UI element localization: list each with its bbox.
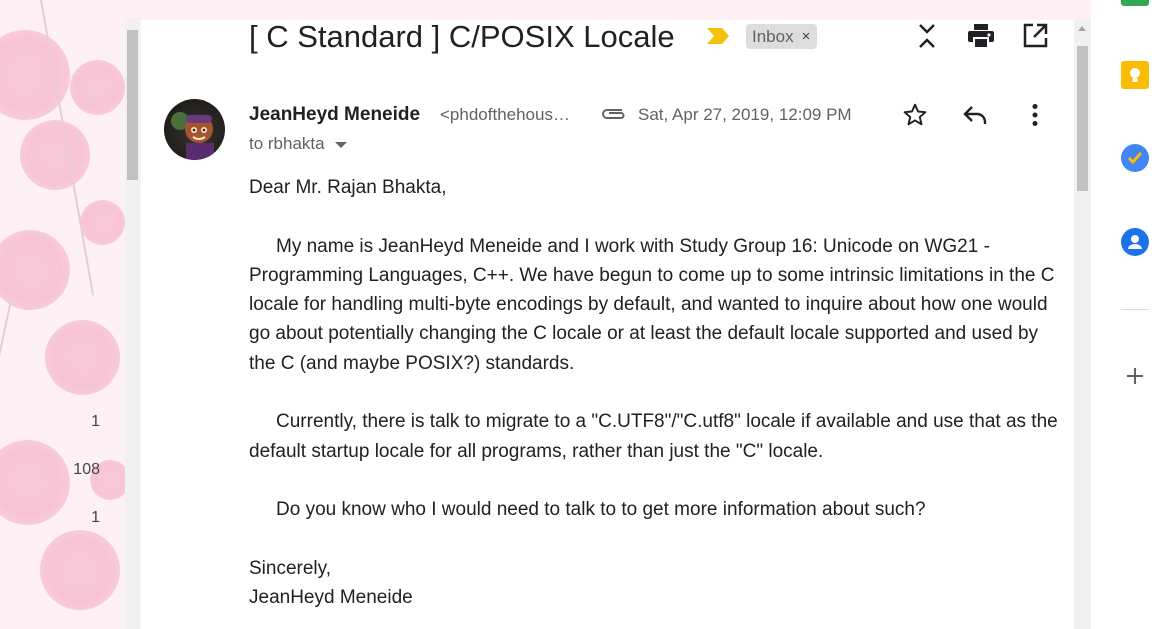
side-panel bbox=[1091, 0, 1167, 629]
count-3: 1 bbox=[91, 509, 100, 526]
signature: JeanHeyd Meneide bbox=[249, 587, 413, 609]
print-icon[interactable] bbox=[965, 20, 997, 52]
add-icon[interactable] bbox=[1120, 361, 1150, 391]
sender-email: <phdofthehous… bbox=[440, 105, 570, 124]
email-date: Sat, Apr 27, 2019, 12:09 PM bbox=[638, 105, 852, 124]
closing: Sincerely, bbox=[249, 557, 332, 579]
importance-marker-icon[interactable] bbox=[705, 27, 731, 50]
recipients-text: to rbhakta bbox=[249, 134, 325, 153]
recipients-line[interactable]: to rbhakta bbox=[249, 133, 347, 155]
body-paragraph-3: Do you know who I would need to talk to … bbox=[276, 499, 926, 521]
email-subject: [ C Standard ] C/POSIX Locale bbox=[249, 19, 675, 54]
email-body: Dear Mr. Rajan Bhakta, My name is JeanHe… bbox=[249, 173, 1059, 612]
sender-name[interactable]: JeanHeyd Meneide bbox=[249, 104, 420, 126]
list-scrollbar[interactable] bbox=[125, 18, 140, 629]
remove-label-icon[interactable]: × bbox=[802, 24, 811, 49]
reply-icon[interactable] bbox=[960, 100, 990, 130]
body-paragraph-1: My name is JeanHeyd Meneide and I work w… bbox=[249, 235, 1055, 374]
tasks-icon[interactable] bbox=[1120, 143, 1150, 173]
body-paragraph-2: Currently, there is talk to migrate to a… bbox=[249, 411, 1058, 462]
show-details-chevron-icon[interactable] bbox=[334, 142, 347, 148]
side-divider bbox=[1121, 309, 1149, 310]
greeting: Dear Mr. Rajan Bhakta, bbox=[249, 177, 447, 198]
email-scrollbar[interactable] bbox=[1074, 20, 1091, 629]
count-1: 1 bbox=[91, 413, 100, 430]
more-vert-icon[interactable] bbox=[1020, 100, 1050, 130]
attachment-icon bbox=[600, 104, 628, 129]
keep-icon[interactable] bbox=[1120, 60, 1150, 90]
count-2: 108 bbox=[73, 461, 100, 478]
sender-avatar[interactable] bbox=[164, 99, 225, 160]
open-in-new-window-icon[interactable] bbox=[1019, 20, 1051, 52]
inbox-label-chip: Inbox × bbox=[746, 24, 818, 49]
contacts-icon[interactable] bbox=[1120, 227, 1150, 257]
calendar-icon[interactable] bbox=[1121, 0, 1149, 6]
collapse-all-icon[interactable] bbox=[911, 20, 943, 52]
label-text: Inbox bbox=[752, 27, 794, 46]
star-icon[interactable] bbox=[900, 100, 930, 130]
